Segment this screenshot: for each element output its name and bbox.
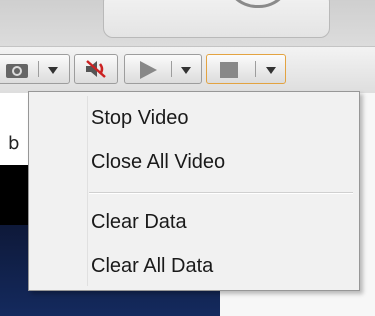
chevron-down-icon[interactable] bbox=[48, 67, 58, 74]
chevron-down-icon[interactable] bbox=[181, 67, 191, 74]
play-icon bbox=[140, 61, 157, 79]
menu-item-close-all-video[interactable]: Close All Video bbox=[91, 146, 225, 178]
context-menu: Stop Video Close All Video Clear Data Cl… bbox=[28, 91, 360, 291]
camera-button[interactable] bbox=[0, 54, 70, 84]
camera-icon bbox=[6, 64, 28, 78]
mute-button[interactable] bbox=[74, 54, 118, 84]
partial-label: b bbox=[8, 133, 20, 154]
stop-icon bbox=[220, 62, 238, 78]
menu-item-stop-video[interactable]: Stop Video bbox=[91, 102, 189, 134]
play-button[interactable] bbox=[124, 54, 202, 84]
speaker-muted-icon bbox=[86, 60, 106, 78]
toolbar bbox=[0, 46, 375, 94]
chevron-down-icon[interactable] bbox=[266, 67, 276, 74]
top-bar bbox=[0, 0, 375, 46]
menu-item-clear-data[interactable]: Clear Data bbox=[91, 206, 187, 238]
stop-button[interactable] bbox=[206, 54, 286, 84]
top-widget bbox=[103, 0, 330, 38]
knob-icon bbox=[224, 0, 292, 8]
menu-item-clear-all-data[interactable]: Clear All Data bbox=[91, 250, 213, 282]
